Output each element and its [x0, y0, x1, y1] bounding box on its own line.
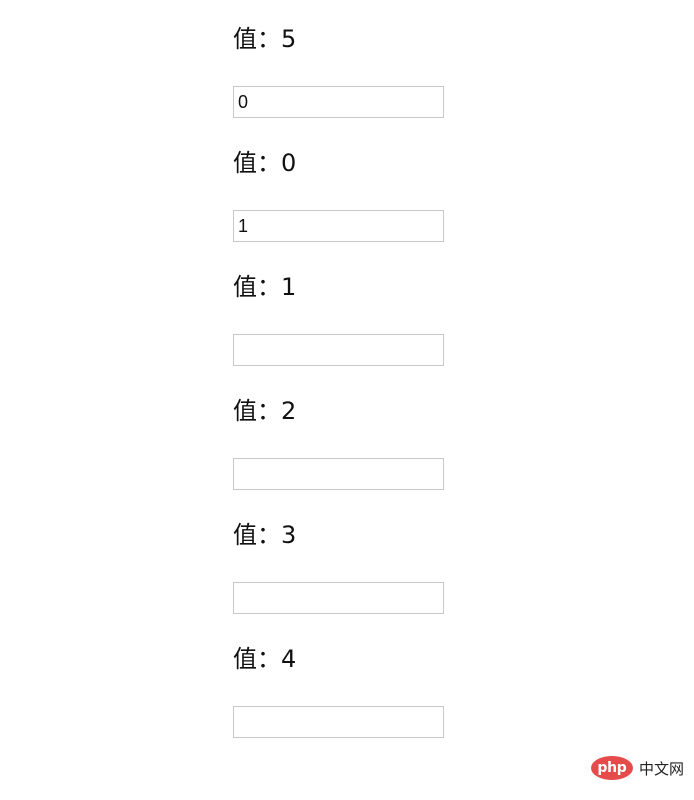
value-row-4: 值：2	[233, 372, 493, 496]
watermark-text: 中文网	[638, 759, 684, 778]
value-label: 值：1	[233, 273, 297, 301]
value-label: 值：2	[233, 397, 297, 425]
value-label: 值：5	[233, 25, 297, 53]
value-input[interactable]	[233, 582, 444, 614]
value-input[interactable]	[233, 86, 444, 118]
value-row-2: 值：0	[233, 124, 493, 248]
value-input[interactable]	[233, 334, 444, 366]
value-label: 值：0	[233, 149, 297, 177]
php-logo-icon: php	[590, 756, 633, 780]
value-input[interactable]	[233, 706, 444, 738]
value-row-3: 值：1	[233, 248, 493, 372]
value-row-6: 值：4	[233, 620, 493, 744]
site-watermark: php 中文网	[590, 756, 684, 780]
value-row-5: 值：3	[233, 496, 493, 620]
value-label: 值：4	[233, 645, 297, 673]
value-input[interactable]	[233, 210, 444, 242]
value-row-1: 值：5	[233, 0, 493, 124]
value-label: 值：3	[233, 521, 297, 549]
value-input[interactable]	[233, 458, 444, 490]
